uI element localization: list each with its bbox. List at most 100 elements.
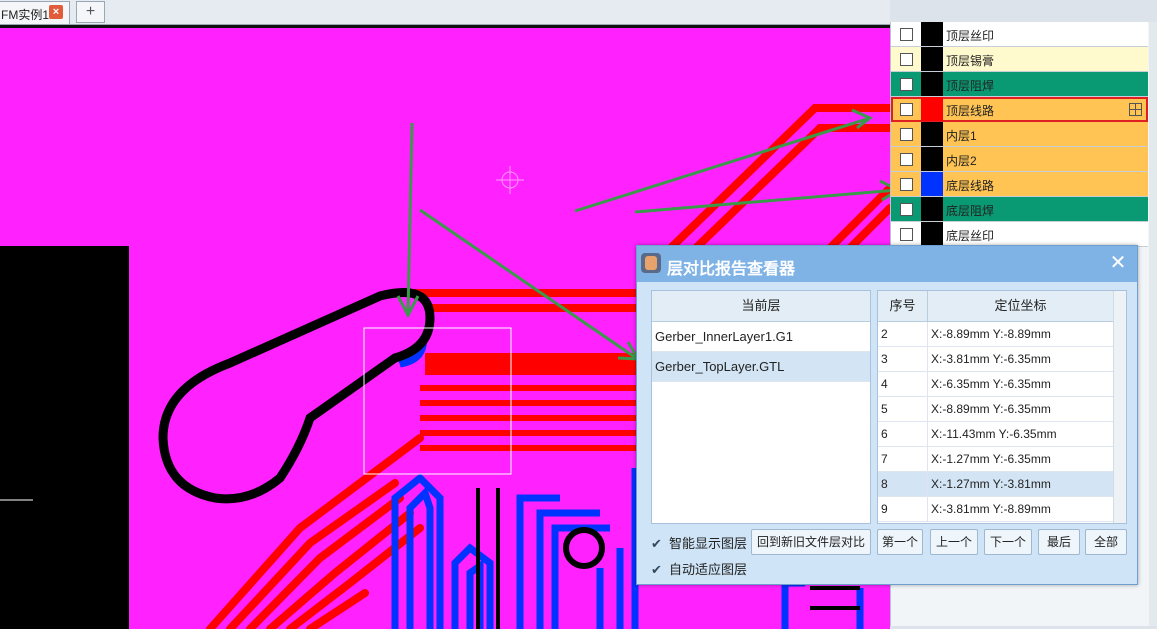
document-tab-bar: FM实例1 × +	[0, 0, 890, 25]
next-button[interactable]: 下一个	[984, 529, 1032, 555]
row-coordinate: X:-3.81mm Y:-6.35mm	[931, 352, 1051, 366]
column-divider	[927, 347, 928, 371]
dialog-title: 层对比报告查看器	[667, 261, 796, 278]
layer-color-swatch[interactable]	[921, 122, 943, 146]
smart-display-option[interactable]: ✔ 智能显示图层	[651, 533, 747, 553]
all-button[interactable]: 全部	[1085, 529, 1127, 555]
layer-visibility-checkbox[interactable]	[900, 103, 913, 116]
document-tab[interactable]: FM实例1 ×	[0, 1, 70, 24]
layer-row[interactable]: 顶层线路	[891, 97, 1148, 122]
layer-row[interactable]: 内层1	[891, 122, 1148, 147]
checkmark-icon[interactable]: ✔	[651, 536, 663, 552]
layer-file-item[interactable]: Gerber_InnerLayer1.G1	[652, 322, 870, 352]
layer-visibility-checkbox[interactable]	[900, 153, 913, 166]
auto-fit-option[interactable]: ✔ 自动适应图层	[651, 559, 747, 579]
back-to-compare-button[interactable]: 回到新旧文件层对比	[751, 529, 871, 555]
last-button[interactable]: 最后	[1038, 529, 1080, 555]
row-index: 5	[881, 402, 888, 416]
row-coordinate: X:-11.43mm Y:-6.35mm	[931, 427, 1057, 441]
row-index: 3	[881, 352, 888, 366]
close-tab-icon[interactable]: ×	[49, 5, 63, 19]
col-index-header: 序号	[878, 291, 928, 321]
row-coordinate: X:-6.35mm Y:-6.35mm	[931, 377, 1051, 391]
close-icon[interactable]: ✕	[1109, 253, 1127, 273]
app-icon	[641, 253, 661, 273]
layer-row[interactable]: 内层2	[891, 147, 1148, 172]
layer-color-swatch[interactable]	[921, 197, 943, 221]
layer-visibility-checkbox[interactable]	[900, 128, 913, 141]
layer-visibility-checkbox[interactable]	[900, 178, 913, 191]
table-row[interactable]: 9 X:-3.81mm Y:-8.89mm	[878, 497, 1126, 522]
column-divider	[927, 372, 928, 396]
layer-color-swatch[interactable]	[921, 172, 943, 196]
layer-name: 顶层丝印	[946, 29, 995, 43]
column-divider	[927, 422, 928, 446]
column-divider	[927, 447, 928, 471]
table-scrollbar[interactable]	[1113, 291, 1126, 523]
top-layer-pad-strip	[425, 353, 640, 375]
table-row[interactable]: 5 X:-8.89mm Y:-6.35mm	[878, 397, 1126, 422]
layer-visibility-checkbox[interactable]	[900, 203, 913, 216]
dialog-titlebar[interactable]: 层对比报告查看器 ✕	[637, 246, 1137, 282]
layer-name: 底层线路	[946, 179, 995, 193]
layer-row[interactable]: 底层阻焊	[891, 197, 1148, 222]
layer-name: 底层丝印	[946, 229, 995, 243]
layer-row[interactable]: 顶层丝印	[891, 22, 1148, 47]
auto-fit-label: 自动适应图层	[669, 562, 748, 577]
row-coordinate: X:-1.27mm Y:-3.81mm	[931, 477, 1051, 491]
add-tab-button[interactable]: +	[76, 1, 105, 23]
table-row[interactable]: 2 X:-8.89mm Y:-8.89mm	[878, 322, 1126, 347]
layer-visibility-checkbox[interactable]	[900, 28, 913, 41]
layer-color-swatch[interactable]	[921, 147, 943, 171]
layer-name: 顶层线路	[946, 104, 995, 118]
layer-color-swatch[interactable]	[921, 72, 943, 96]
table-row[interactable]: 4 X:-6.35mm Y:-6.35mm	[878, 372, 1126, 397]
layer-name: 底层阻焊	[946, 204, 995, 218]
column-divider	[927, 322, 928, 346]
top-layer-parallel-traces	[420, 385, 640, 451]
row-index: 7	[881, 452, 888, 466]
layer-visibility-checkbox[interactable]	[900, 53, 913, 66]
col-coord-header: 定位坐标	[994, 298, 1047, 313]
layer-color-swatch[interactable]	[921, 22, 943, 46]
table-row[interactable]: 8 X:-1.27mm Y:-3.81mm	[878, 472, 1126, 497]
row-index: 8	[881, 477, 888, 491]
row-index: 2	[881, 327, 888, 341]
layer-file-item[interactable]: Gerber_TopLayer.GTL	[652, 352, 870, 382]
grid-icon[interactable]	[1129, 103, 1142, 116]
row-index: 6	[881, 427, 888, 441]
checkmark-icon[interactable]: ✔	[651, 562, 663, 578]
layer-name: 内层2	[946, 154, 977, 168]
table-header: 序号 定位坐标	[878, 291, 1126, 322]
smart-display-label: 智能显示图层	[669, 536, 748, 551]
layer-panel-scrollbar[interactable]	[1149, 22, 1157, 626]
column-divider	[927, 497, 928, 521]
row-coordinate: X:-8.89mm Y:-8.89mm	[931, 327, 1051, 341]
row-coordinate: X:-8.89mm Y:-6.35mm	[931, 402, 1051, 416]
table-row[interactable]: 7 X:-1.27mm Y:-6.35mm	[878, 447, 1126, 472]
layer-row[interactable]: 顶层锡膏	[891, 47, 1148, 72]
board-black-region	[0, 246, 129, 629]
keyhole-pad-outline	[158, 288, 435, 504]
layer-compare-report-dialog: 层对比报告查看器 ✕ 当前层 Gerber_InnerLayer1.G1 Ger…	[636, 245, 1138, 585]
layer-color-swatch[interactable]	[921, 97, 943, 121]
layer-visibility-checkbox[interactable]	[900, 78, 913, 91]
row-index: 4	[881, 377, 888, 391]
prev-button[interactable]: 上一个	[930, 529, 978, 555]
via-circle	[563, 527, 605, 569]
column-divider	[927, 472, 928, 496]
first-button[interactable]: 第一个	[877, 529, 923, 555]
layer-row[interactable]: 底层线路	[891, 172, 1148, 197]
table-row[interactable]: 6 X:-11.43mm Y:-6.35mm	[878, 422, 1126, 447]
layer-color-swatch[interactable]	[921, 47, 943, 71]
table-row[interactable]: 3 X:-3.81mm Y:-6.35mm	[878, 347, 1126, 372]
layer-color-swatch[interactable]	[921, 222, 943, 246]
row-index: 9	[881, 502, 888, 516]
layer-row[interactable]: 底层丝印	[891, 222, 1148, 247]
layer-row[interactable]: 顶层阻焊	[891, 72, 1148, 97]
layer-visibility-checkbox[interactable]	[900, 228, 913, 241]
layer-name: 顶层锡膏	[946, 54, 995, 68]
row-coordinate: X:-3.81mm Y:-8.89mm	[931, 502, 1051, 516]
current-layer-list: 当前层 Gerber_InnerLayer1.G1 Gerber_TopLaye…	[651, 290, 871, 524]
column-divider	[927, 397, 928, 421]
